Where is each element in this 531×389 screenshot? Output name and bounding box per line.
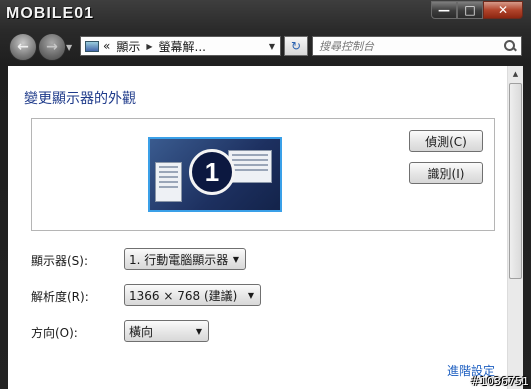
chevron-down-icon: ▼	[195, 326, 202, 336]
search-input[interactable]	[313, 38, 502, 54]
resolution-label: 解析度(R):	[31, 290, 89, 304]
refresh-icon: ↻	[290, 39, 302, 53]
preview-window-icon	[228, 150, 272, 183]
monitor-number-badge: 1	[189, 149, 235, 195]
control-panel-icon	[85, 40, 99, 52]
forward-arrow-icon: →	[46, 39, 58, 55]
preview-window-icon	[155, 162, 182, 202]
maximize-button[interactable]: □	[457, 1, 483, 19]
window-frame: MOBILE01 — □ ✕ ← → ▼ « 顯示 ▶ 螢幕解... ▼ ↻ ▲…	[0, 0, 531, 389]
close-icon: ✕	[497, 3, 509, 17]
display-label: 顯示器(S):	[31, 254, 89, 268]
minimize-icon: —	[438, 3, 450, 17]
address-bar[interactable]: « 顯示 ▶ 螢幕解... ▼	[80, 36, 281, 56]
watermark: #1036751	[470, 375, 529, 388]
refresh-button[interactable]: ↻	[284, 36, 308, 56]
recent-pages-dropdown-icon[interactable]: ▼	[66, 43, 72, 52]
chevron-down-icon: ▼	[247, 290, 254, 300]
orientation-select[interactable]: 橫向 ▼	[124, 320, 209, 342]
display-select[interactable]: 1. 行動電腦顯示器 ▼	[124, 248, 246, 270]
address-dropdown-icon[interactable]: ▼	[269, 42, 275, 51]
breadcrumb-prefix[interactable]: «	[103, 39, 110, 53]
orientation-select-value: 橫向	[129, 324, 154, 339]
close-button[interactable]: ✕	[483, 1, 523, 19]
site-logo: MOBILE01	[6, 3, 94, 25]
scroll-up-icon[interactable]: ▲	[508, 66, 523, 82]
breadcrumb-screen-resolution[interactable]: 螢幕解...	[159, 38, 206, 55]
window-controls: — □ ✕	[431, 1, 523, 19]
minimize-button[interactable]: —	[431, 1, 457, 19]
detect-button[interactable]: 偵測(C)	[409, 130, 483, 152]
back-arrow-icon: ←	[17, 39, 29, 55]
display-select-value: 1. 行動電腦顯示器	[129, 252, 229, 267]
breadcrumb-display[interactable]: 顯示	[116, 38, 140, 55]
identify-button[interactable]: 識別(I)	[409, 162, 483, 184]
resolution-select-value: 1366 × 768 (建議)	[129, 288, 238, 303]
resolution-select[interactable]: 1366 × 768 (建議) ▼	[124, 284, 261, 306]
search-box[interactable]	[312, 36, 522, 56]
logo-text: MOBILE01	[6, 5, 95, 22]
page-title: 變更顯示器的外觀	[24, 91, 136, 107]
search-icon[interactable]	[502, 38, 518, 54]
chevron-down-icon: ▼	[232, 254, 239, 264]
orientation-label: 方向(O):	[31, 326, 78, 340]
vertical-scrollbar[interactable]: ▲	[507, 66, 523, 389]
back-button[interactable]: ←	[9, 33, 37, 61]
forward-button[interactable]: →	[38, 33, 66, 61]
scrollbar-thumb[interactable]	[509, 83, 522, 279]
maximize-icon: □	[464, 3, 476, 17]
breadcrumb-separator-icon[interactable]: ▶	[146, 42, 152, 51]
